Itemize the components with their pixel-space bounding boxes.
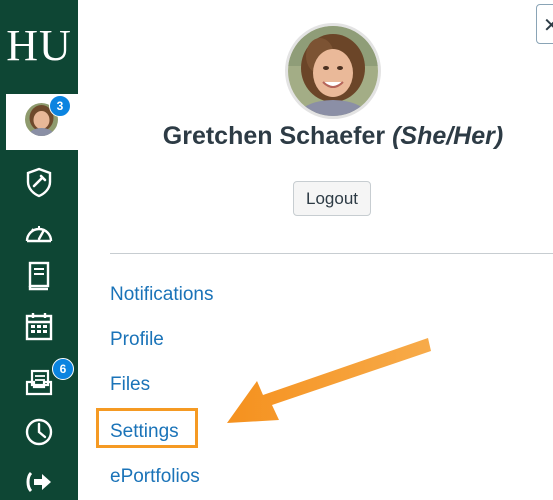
profile-avatar[interactable] (288, 26, 378, 116)
close-tray-button[interactable]: ✕ (536, 4, 553, 44)
user-pronouns: (She/Her) (392, 122, 504, 150)
inbox-icon[interactable] (22, 365, 56, 399)
profile-photo (288, 26, 378, 116)
user-display-name: Gretchen Schaefer (She/Her) (90, 122, 553, 151)
settings-highlight-box (96, 408, 198, 448)
institution-logo[interactable]: HU (0, 0, 78, 90)
arrow-right-icon (26, 471, 51, 493)
admin-shield-icon[interactable] (22, 165, 56, 199)
speedometer-icon (25, 226, 53, 243)
inbox-tray-icon (25, 369, 53, 396)
link-eportfolios[interactable]: ePortfolios (110, 466, 200, 488)
calendar-icon[interactable] (22, 310, 56, 344)
dashboard-icon[interactable] (22, 216, 56, 250)
book-icon (28, 261, 50, 291)
history-clock-icon[interactable] (22, 415, 56, 449)
calendar-grid-icon (25, 313, 53, 341)
clock-icon (25, 418, 53, 446)
link-files[interactable]: Files (110, 374, 150, 396)
shield-icon (26, 167, 52, 198)
courses-icon[interactable] (22, 259, 56, 293)
annotation-arrow-icon (227, 338, 431, 423)
link-profile[interactable]: Profile (110, 329, 164, 351)
account-notification-badge: 3 (49, 95, 71, 117)
help-arrow-icon[interactable] (22, 465, 56, 499)
logout-button[interactable]: Logout (293, 181, 371, 216)
tray-divider (110, 253, 553, 254)
user-name-text: Gretchen Schaefer (162, 122, 386, 150)
link-notifications[interactable]: Notifications (110, 284, 214, 306)
inbox-unread-badge: 6 (52, 358, 74, 380)
